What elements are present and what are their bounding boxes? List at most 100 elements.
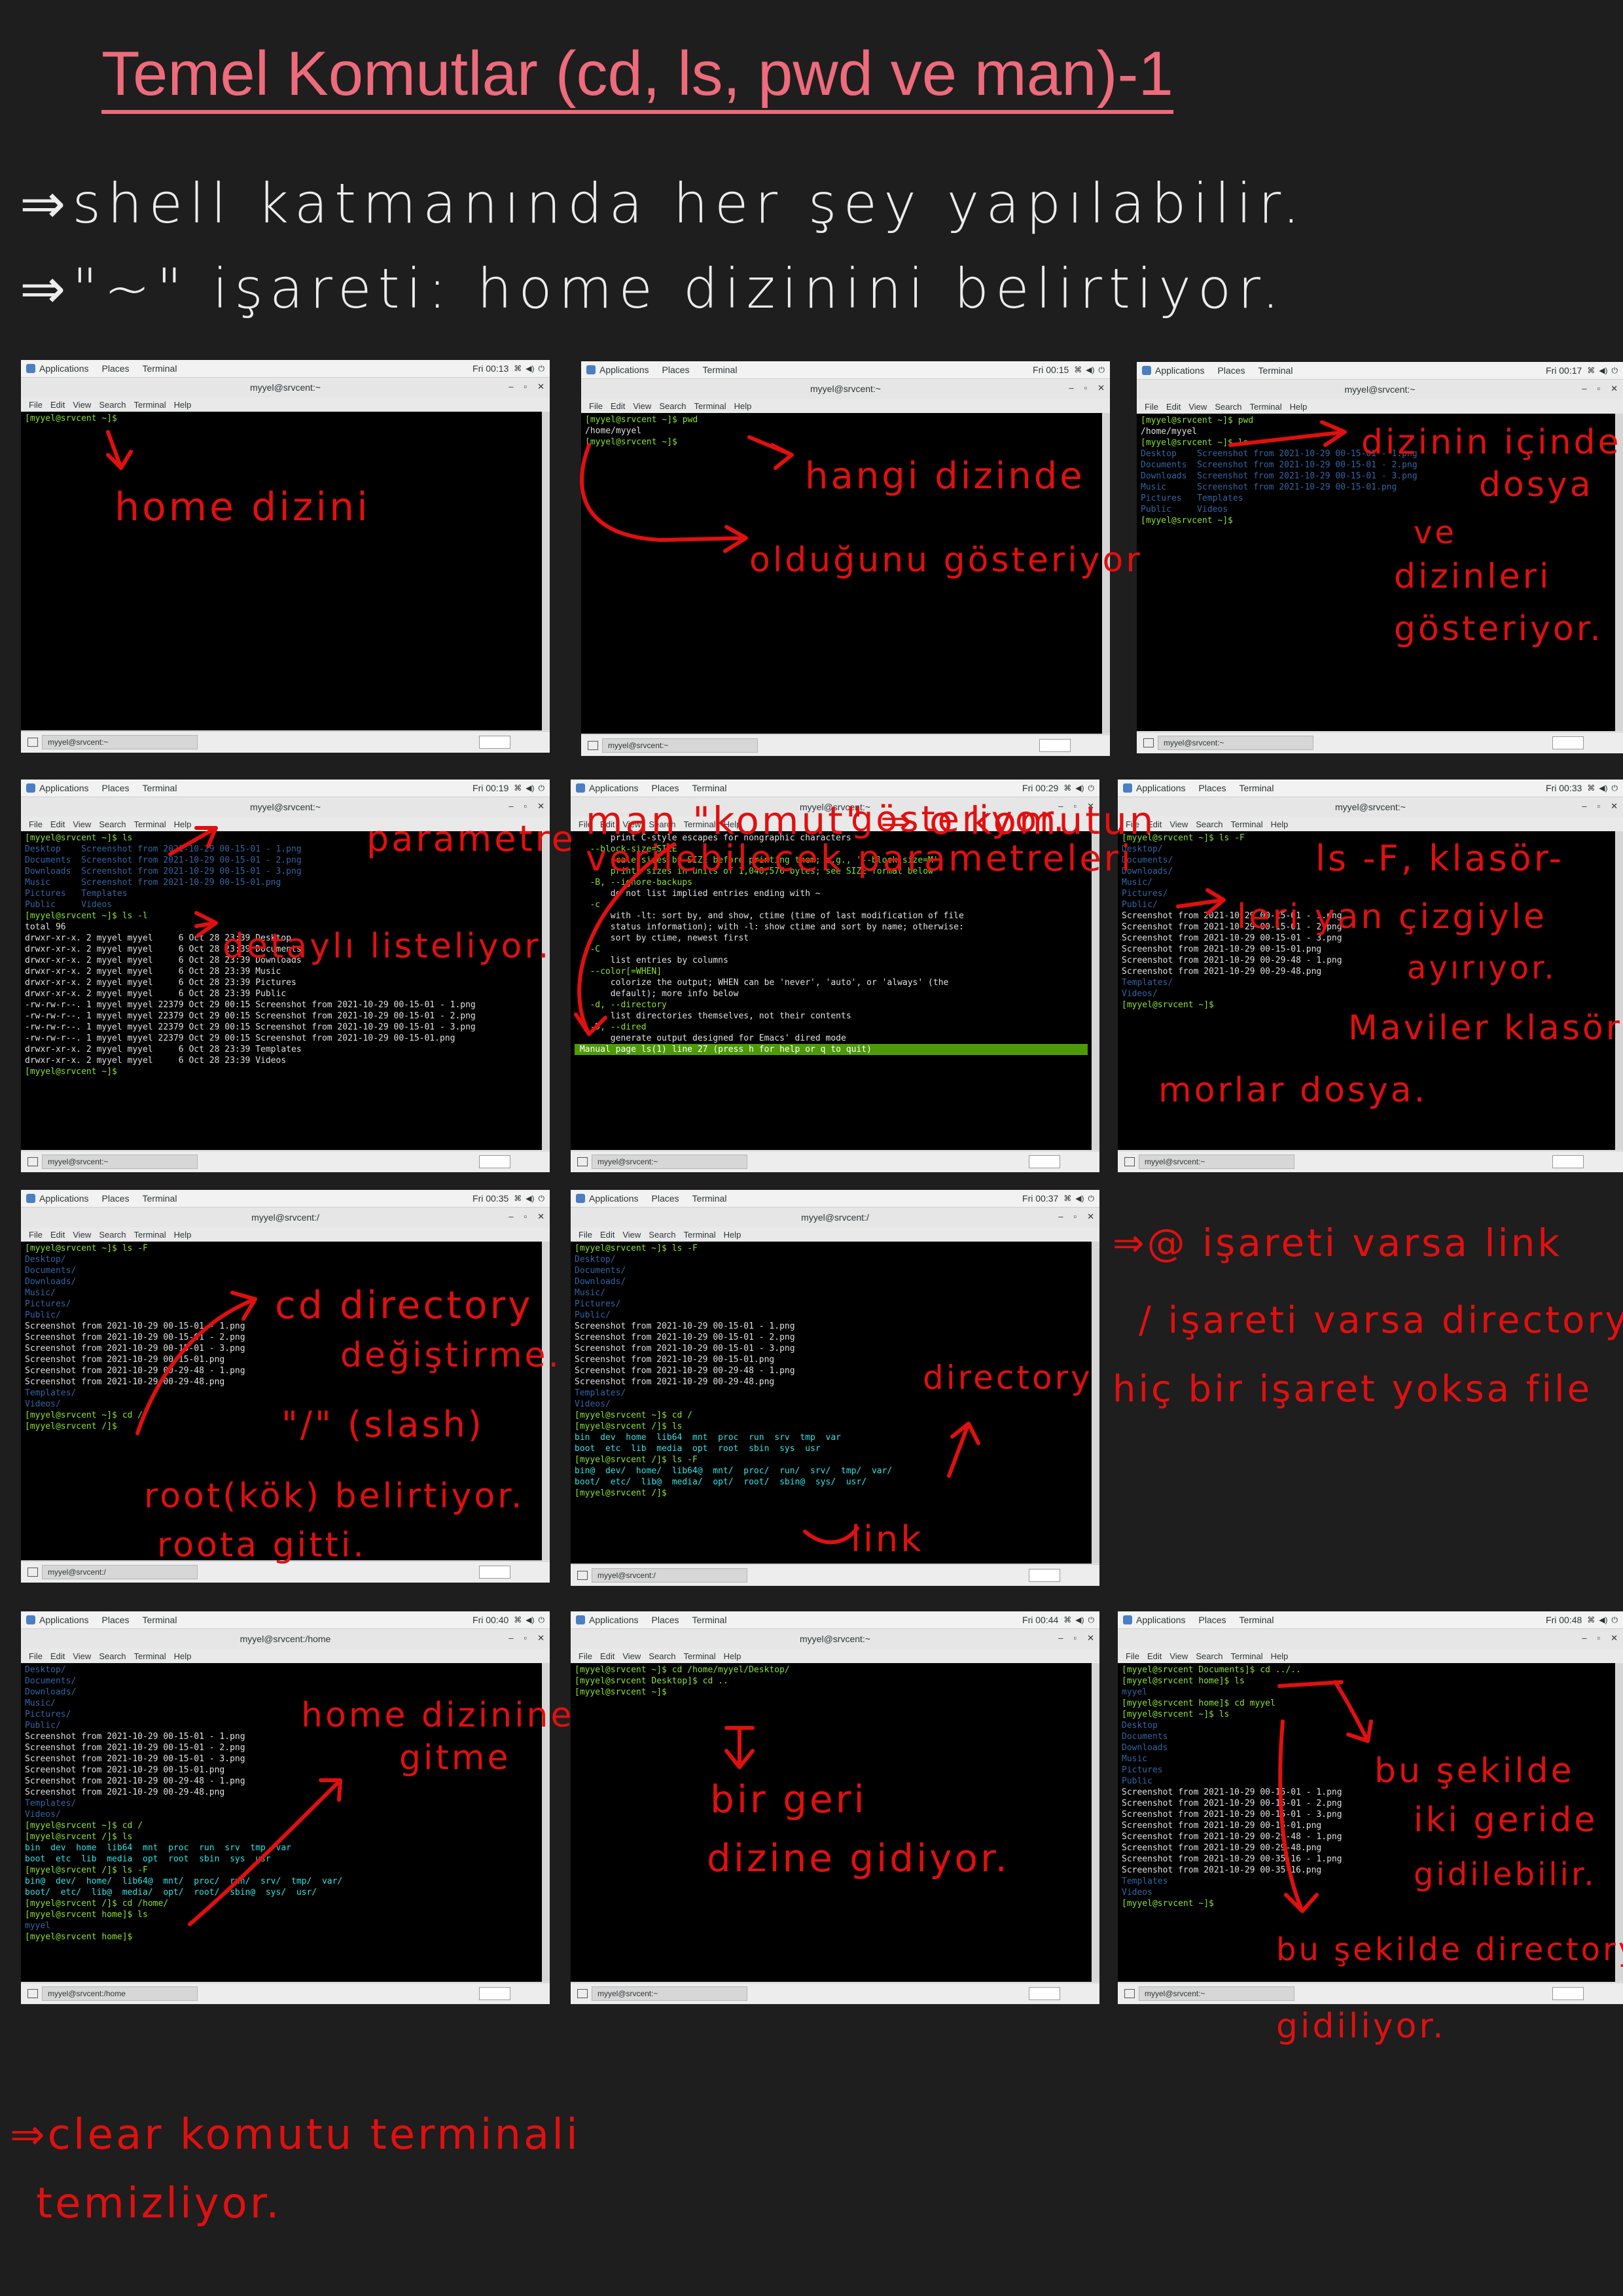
volume-icon[interactable]: ◀) — [1599, 783, 1607, 793]
menu-help[interactable]: Help — [174, 400, 192, 410]
places-menu[interactable]: Places — [1218, 365, 1245, 376]
show-desktop-icon[interactable] — [27, 1989, 38, 1998]
taskbar-window-button[interactable]: myyel@srvcent:/home — [42, 1986, 198, 2001]
show-desktop-icon[interactable] — [27, 738, 38, 747]
minimize-icon[interactable]: ‒ — [508, 801, 513, 812]
taskbar-window-button[interactable]: myyel@srvcent:~ — [592, 1986, 747, 2001]
close-icon[interactable]: ✕ — [537, 1211, 544, 1222]
window-titlebar[interactable]: ‒ ▫ ✕ — [1118, 1629, 1623, 1649]
close-icon[interactable]: ✕ — [1611, 1633, 1618, 1643]
taskbar-window-button[interactable]: myyel@srvcent:~ — [592, 1155, 747, 1169]
terminal-app-menu[interactable]: Terminal — [692, 783, 727, 793]
taskbar-window-button[interactable]: myyel@srvcent:~ — [42, 735, 198, 749]
taskbar-window-button[interactable]: myyel@srvcent:~ — [1139, 1155, 1294, 1169]
workspace-switcher[interactable] — [1029, 1155, 1060, 1168]
system-tray[interactable]: ⌘ ◀) ⏻ — [514, 364, 544, 374]
network-icon[interactable]: ⌘ — [1063, 783, 1071, 793]
terminal-output[interactable]: [myyel@srvcent ~]$ — [21, 412, 542, 730]
clock[interactable]: Fri 00:19 — [473, 783, 508, 793]
places-menu[interactable]: Places — [102, 1615, 130, 1625]
network-icon[interactable]: ⌘ — [1587, 783, 1595, 793]
menu-view[interactable]: View — [73, 1651, 91, 1661]
menu-search[interactable]: Search — [99, 1651, 126, 1661]
menu-view[interactable]: View — [622, 1651, 641, 1661]
scrollbar[interactable] — [542, 831, 550, 1150]
show-desktop-icon[interactable] — [588, 741, 598, 750]
clock[interactable]: Fri 00:15 — [1033, 365, 1069, 375]
minimize-icon[interactable]: ‒ — [1058, 1211, 1063, 1222]
window-titlebar[interactable]: myyel@srvcent:~ ‒ ▫ ✕ — [1137, 380, 1623, 399]
window-titlebar[interactable]: myyel@srvcent:~ ‒ ▫ ✕ — [1118, 797, 1623, 817]
menu-edit[interactable]: Edit — [1166, 402, 1181, 412]
workspace-switcher[interactable] — [479, 736, 510, 749]
clock[interactable]: Fri 00:35 — [473, 1193, 508, 1204]
terminal-app-menu[interactable]: Terminal — [143, 1193, 177, 1204]
close-icon[interactable]: ✕ — [537, 801, 544, 812]
menu-terminal[interactable]: Terminal — [694, 401, 726, 411]
show-desktop-icon[interactable] — [1143, 738, 1154, 747]
power-icon[interactable]: ⏻ — [1088, 1615, 1095, 1625]
menu-help[interactable]: Help — [1271, 1651, 1289, 1661]
places-menu[interactable]: Places — [1199, 1615, 1226, 1625]
menu-help[interactable]: Help — [734, 401, 752, 411]
close-icon[interactable]: ✕ — [1087, 1633, 1094, 1643]
menu-edit[interactable]: Edit — [50, 1230, 65, 1240]
menu-edit[interactable]: Edit — [50, 400, 65, 410]
applications-menu[interactable]: Applications — [589, 1615, 639, 1625]
minimize-icon[interactable]: ‒ — [508, 1211, 513, 1222]
power-icon[interactable]: ⏻ — [1612, 366, 1618, 376]
maximize-icon[interactable]: ▫ — [1073, 1211, 1077, 1222]
window-titlebar[interactable]: myyel@srvcent:~ ‒ ▫ ✕ — [581, 379, 1110, 399]
minimize-icon[interactable]: ‒ — [508, 1633, 513, 1643]
menu-help[interactable]: Help — [174, 1651, 192, 1661]
places-menu[interactable]: Places — [1199, 783, 1226, 793]
applications-menu[interactable]: Applications — [1136, 783, 1186, 793]
menu-edit[interactable]: Edit — [50, 1651, 65, 1661]
power-icon[interactable]: ⏻ — [539, 1615, 545, 1625]
window-titlebar[interactable]: myyel@srvcent:~ ‒ ▫ ✕ — [571, 1629, 1099, 1649]
system-tray[interactable]: ⌘ ◀) ⏻ — [1074, 365, 1105, 375]
menu-file[interactable]: File — [579, 1230, 592, 1240]
window-titlebar[interactable]: myyel@srvcent:/ ‒ ▫ ✕ — [21, 1208, 550, 1227]
window-titlebar[interactable]: myyel@srvcent:/home ‒ ▫ ✕ — [21, 1629, 550, 1649]
menu-terminal[interactable]: Terminal — [134, 1651, 166, 1661]
minimize-icon[interactable]: ‒ — [508, 382, 513, 392]
network-icon[interactable]: ⌘ — [514, 783, 522, 793]
menu-view[interactable]: View — [1169, 1651, 1188, 1661]
taskbar-window-button[interactable]: myyel@srvcent:~ — [602, 738, 758, 753]
network-icon[interactable]: ⌘ — [1063, 1194, 1071, 1204]
menu-edit[interactable]: Edit — [1147, 1651, 1162, 1661]
network-icon[interactable]: ⌘ — [1063, 1615, 1071, 1625]
menu-search[interactable]: Search — [1196, 819, 1222, 829]
maximize-icon[interactable]: ▫ — [524, 1211, 527, 1222]
menu-edit[interactable]: Edit — [50, 819, 65, 829]
workspace-switcher[interactable] — [1029, 1987, 1060, 2000]
taskbar-window-button[interactable]: myyel@srvcent:/ — [42, 1565, 198, 1579]
system-tray[interactable]: ⌘ ◀) ⏻ — [1063, 1615, 1094, 1625]
terminal-app-menu[interactable]: Terminal — [1240, 1615, 1274, 1625]
network-icon[interactable]: ⌘ — [514, 364, 522, 374]
menu-edit[interactable]: Edit — [600, 1651, 615, 1661]
maximize-icon[interactable]: ▫ — [1597, 1633, 1600, 1643]
places-menu[interactable]: Places — [102, 1193, 130, 1204]
menu-search[interactable]: Search — [99, 400, 126, 410]
menu-view[interactable]: View — [73, 1230, 91, 1240]
clock[interactable]: Fri 00:33 — [1546, 783, 1582, 793]
volume-icon[interactable]: ◀) — [526, 1194, 534, 1204]
menu-edit[interactable]: Edit — [600, 1230, 615, 1240]
maximize-icon[interactable]: ▫ — [524, 801, 527, 812]
system-tray[interactable]: ⌘ ◀) ⏻ — [1063, 783, 1094, 793]
maximize-icon[interactable]: ▫ — [1073, 1633, 1077, 1643]
system-tray[interactable]: ⌘ ◀) ⏻ — [514, 1615, 544, 1625]
workspace-switcher[interactable] — [1552, 736, 1584, 749]
power-icon[interactable]: ⏻ — [539, 783, 545, 793]
power-icon[interactable]: ⏻ — [1088, 783, 1095, 793]
places-menu[interactable]: Places — [652, 783, 679, 793]
scrollbar[interactable] — [542, 412, 550, 730]
menu-edit[interactable]: Edit — [611, 401, 625, 411]
terminal-app-menu[interactable]: Terminal — [143, 783, 177, 793]
system-tray[interactable]: ⌘ ◀) ⏻ — [514, 1194, 544, 1204]
workspace-switcher[interactable] — [479, 1155, 510, 1168]
menu-terminal[interactable]: Terminal — [1250, 402, 1282, 412]
scrollbar[interactable] — [1615, 831, 1623, 1150]
